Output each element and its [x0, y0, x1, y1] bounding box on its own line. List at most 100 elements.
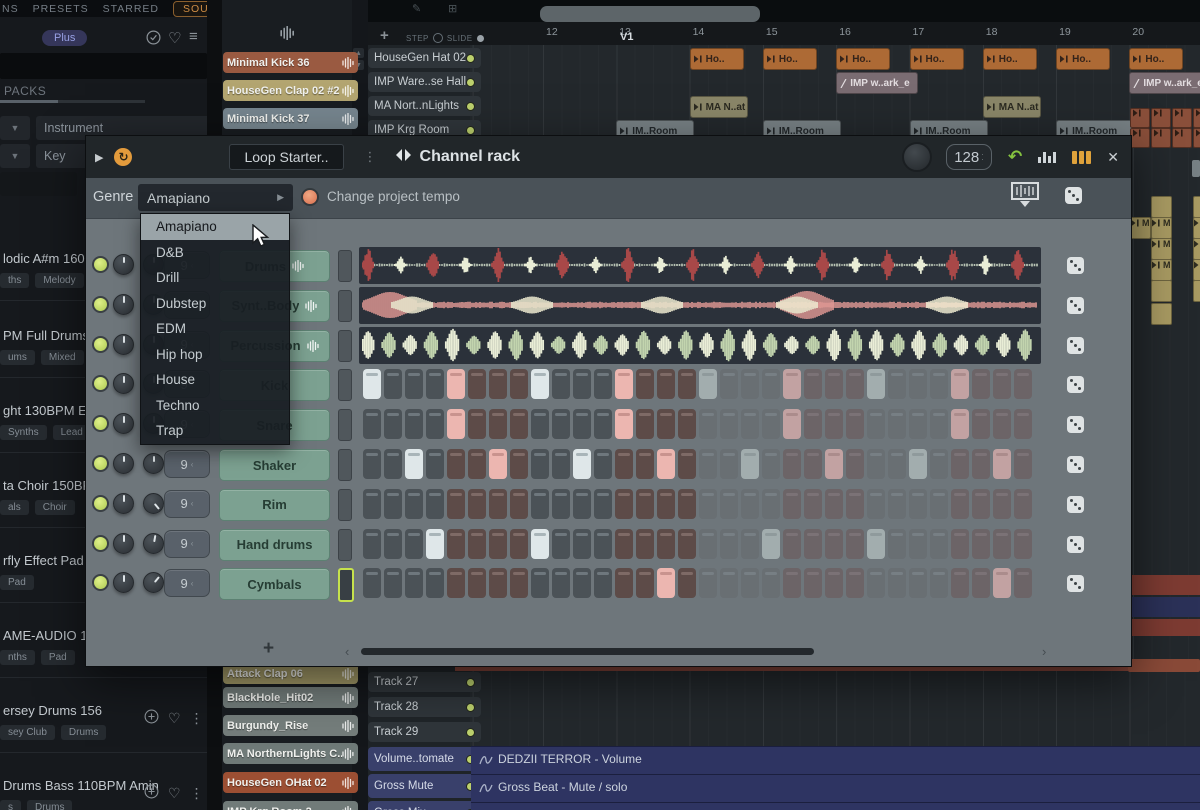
- step-button[interactable]: [846, 369, 864, 399]
- track-header[interactable]: Volume..tomate: [368, 747, 481, 771]
- channel-enable-led[interactable]: [92, 455, 109, 472]
- step-button[interactable]: [405, 369, 423, 399]
- channel-dice-icon[interactable]: [1067, 456, 1084, 473]
- channel-selector[interactable]: [338, 568, 354, 602]
- step-button[interactable]: [930, 369, 948, 399]
- genre-dropdown[interactable]: Amapiano▶: [138, 184, 293, 211]
- tag-chip[interactable]: Synths: [0, 425, 47, 440]
- track-mute-led[interactable]: [466, 126, 475, 135]
- step-button[interactable]: [531, 568, 549, 598]
- step-button[interactable]: [846, 568, 864, 598]
- step-button[interactable]: [825, 568, 843, 598]
- step-button[interactable]: [363, 449, 381, 479]
- step-button[interactable]: [405, 409, 423, 439]
- step-button[interactable]: [405, 529, 423, 559]
- step-button[interactable]: [552, 449, 570, 479]
- step-button[interactable]: [720, 568, 738, 598]
- track-header[interactable]: Track 28: [368, 697, 481, 717]
- step-button[interactable]: [972, 568, 990, 598]
- step-radio-icon[interactable]: [433, 33, 443, 43]
- step-button[interactable]: [699, 568, 717, 598]
- track-mute-led[interactable]: [466, 678, 475, 687]
- step-button[interactable]: [993, 409, 1011, 439]
- channel-enable-led[interactable]: [92, 375, 109, 392]
- step-button[interactable]: [846, 449, 864, 479]
- channel-enable-led[interactable]: [92, 415, 109, 432]
- channel-dice-icon[interactable]: [1067, 416, 1084, 433]
- step-button[interactable]: [468, 568, 486, 598]
- mini-clip[interactable]: [1151, 303, 1172, 325]
- step-button[interactable]: [489, 449, 507, 479]
- channel-button[interactable]: Hand drums: [219, 529, 330, 561]
- channel-button[interactable]: Rim: [219, 489, 330, 521]
- tag-chip[interactable]: Mixed: [41, 350, 84, 365]
- add-circle-icon[interactable]: [144, 709, 159, 727]
- channel-dice-icon[interactable]: [1067, 297, 1084, 314]
- channel-enable-led[interactable]: [92, 296, 109, 313]
- step-button[interactable]: [993, 449, 1011, 479]
- kebab-icon[interactable]: ⋮: [190, 785, 204, 802]
- genre-option-edm[interactable]: EDM: [141, 316, 289, 342]
- step-button[interactable]: [825, 449, 843, 479]
- playlist-clip[interactable]: MA N..at: [690, 96, 748, 118]
- heart-icon[interactable]: ♡: [168, 710, 181, 727]
- step-button[interactable]: [867, 529, 885, 559]
- step-button[interactable]: [678, 409, 696, 439]
- step-button[interactable]: [468, 449, 486, 479]
- playlist-grid-bottom[interactable]: [470, 660, 1200, 746]
- brush-icon[interactable]: ✎: [412, 2, 421, 15]
- step-button[interactable]: [741, 409, 759, 439]
- step-button[interactable]: [783, 369, 801, 399]
- step-button[interactable]: [468, 369, 486, 399]
- channel-selector[interactable]: [338, 409, 352, 441]
- step-button[interactable]: [1014, 409, 1032, 439]
- step-button[interactable]: [867, 449, 885, 479]
- step-button[interactable]: [510, 449, 528, 479]
- tag-chip[interactable]: Pad: [41, 650, 75, 665]
- step-button[interactable]: [804, 409, 822, 439]
- clip-strip[interactable]: [1128, 619, 1200, 636]
- filter-mini-dropdown[interactable]: ▼: [0, 116, 30, 140]
- step-button[interactable]: [909, 369, 927, 399]
- mini-clip[interactable]: M..p: [1193, 259, 1200, 281]
- channel-enable-led[interactable]: [92, 535, 109, 552]
- channel-enable-led[interactable]: [92, 495, 109, 512]
- browser-tab-starred[interactable]: STARRED: [103, 3, 159, 15]
- channel-enable-led[interactable]: [92, 574, 109, 591]
- mini-clip[interactable]: [1151, 196, 1172, 218]
- mixer-target-box[interactable]: 9‹: [164, 530, 210, 558]
- step-button[interactable]: [951, 529, 969, 559]
- browser-item-title[interactable]: rfly Effect Pad 1: [3, 553, 95, 568]
- playlist-clip[interactable]: Ho..: [910, 48, 964, 70]
- mini-clip[interactable]: [1193, 108, 1200, 128]
- step-button[interactable]: [363, 529, 381, 559]
- picker-item[interactable]: HouseGen OHat 02: [223, 772, 358, 793]
- step-button[interactable]: [573, 568, 591, 598]
- step-button[interactable]: [363, 568, 381, 598]
- genre-option-techno[interactable]: Techno: [141, 393, 289, 419]
- step-button[interactable]: [783, 529, 801, 559]
- step-button[interactable]: [594, 369, 612, 399]
- check-circle-icon[interactable]: [146, 30, 161, 49]
- step-button[interactable]: [741, 449, 759, 479]
- hamburger-icon[interactable]: ≡: [189, 28, 198, 45]
- browser-item-title[interactable]: lodic A#m 160B: [3, 251, 93, 266]
- step-button[interactable]: [972, 369, 990, 399]
- step-button[interactable]: [426, 449, 444, 479]
- channel-dice-icon[interactable]: [1067, 337, 1084, 354]
- step-button[interactable]: [531, 369, 549, 399]
- step-button[interactable]: [594, 409, 612, 439]
- step-button[interactable]: [888, 568, 906, 598]
- mini-clip[interactable]: [1172, 128, 1192, 148]
- channel-selector[interactable]: [338, 290, 352, 322]
- slide-radio-icon[interactable]: [477, 35, 484, 42]
- channel-pan-knob[interactable]: [113, 294, 134, 315]
- step-button[interactable]: [510, 489, 528, 519]
- tag-chip[interactable]: Drums: [61, 725, 106, 740]
- close-icon[interactable]: ✕: [1107, 149, 1119, 166]
- tag-chip[interactable]: nths: [0, 650, 35, 665]
- channel-volume-knob[interactable]: [143, 572, 164, 593]
- channel-pan-knob[interactable]: [113, 373, 134, 394]
- step-button[interactable]: [867, 489, 885, 519]
- step-button[interactable]: [720, 369, 738, 399]
